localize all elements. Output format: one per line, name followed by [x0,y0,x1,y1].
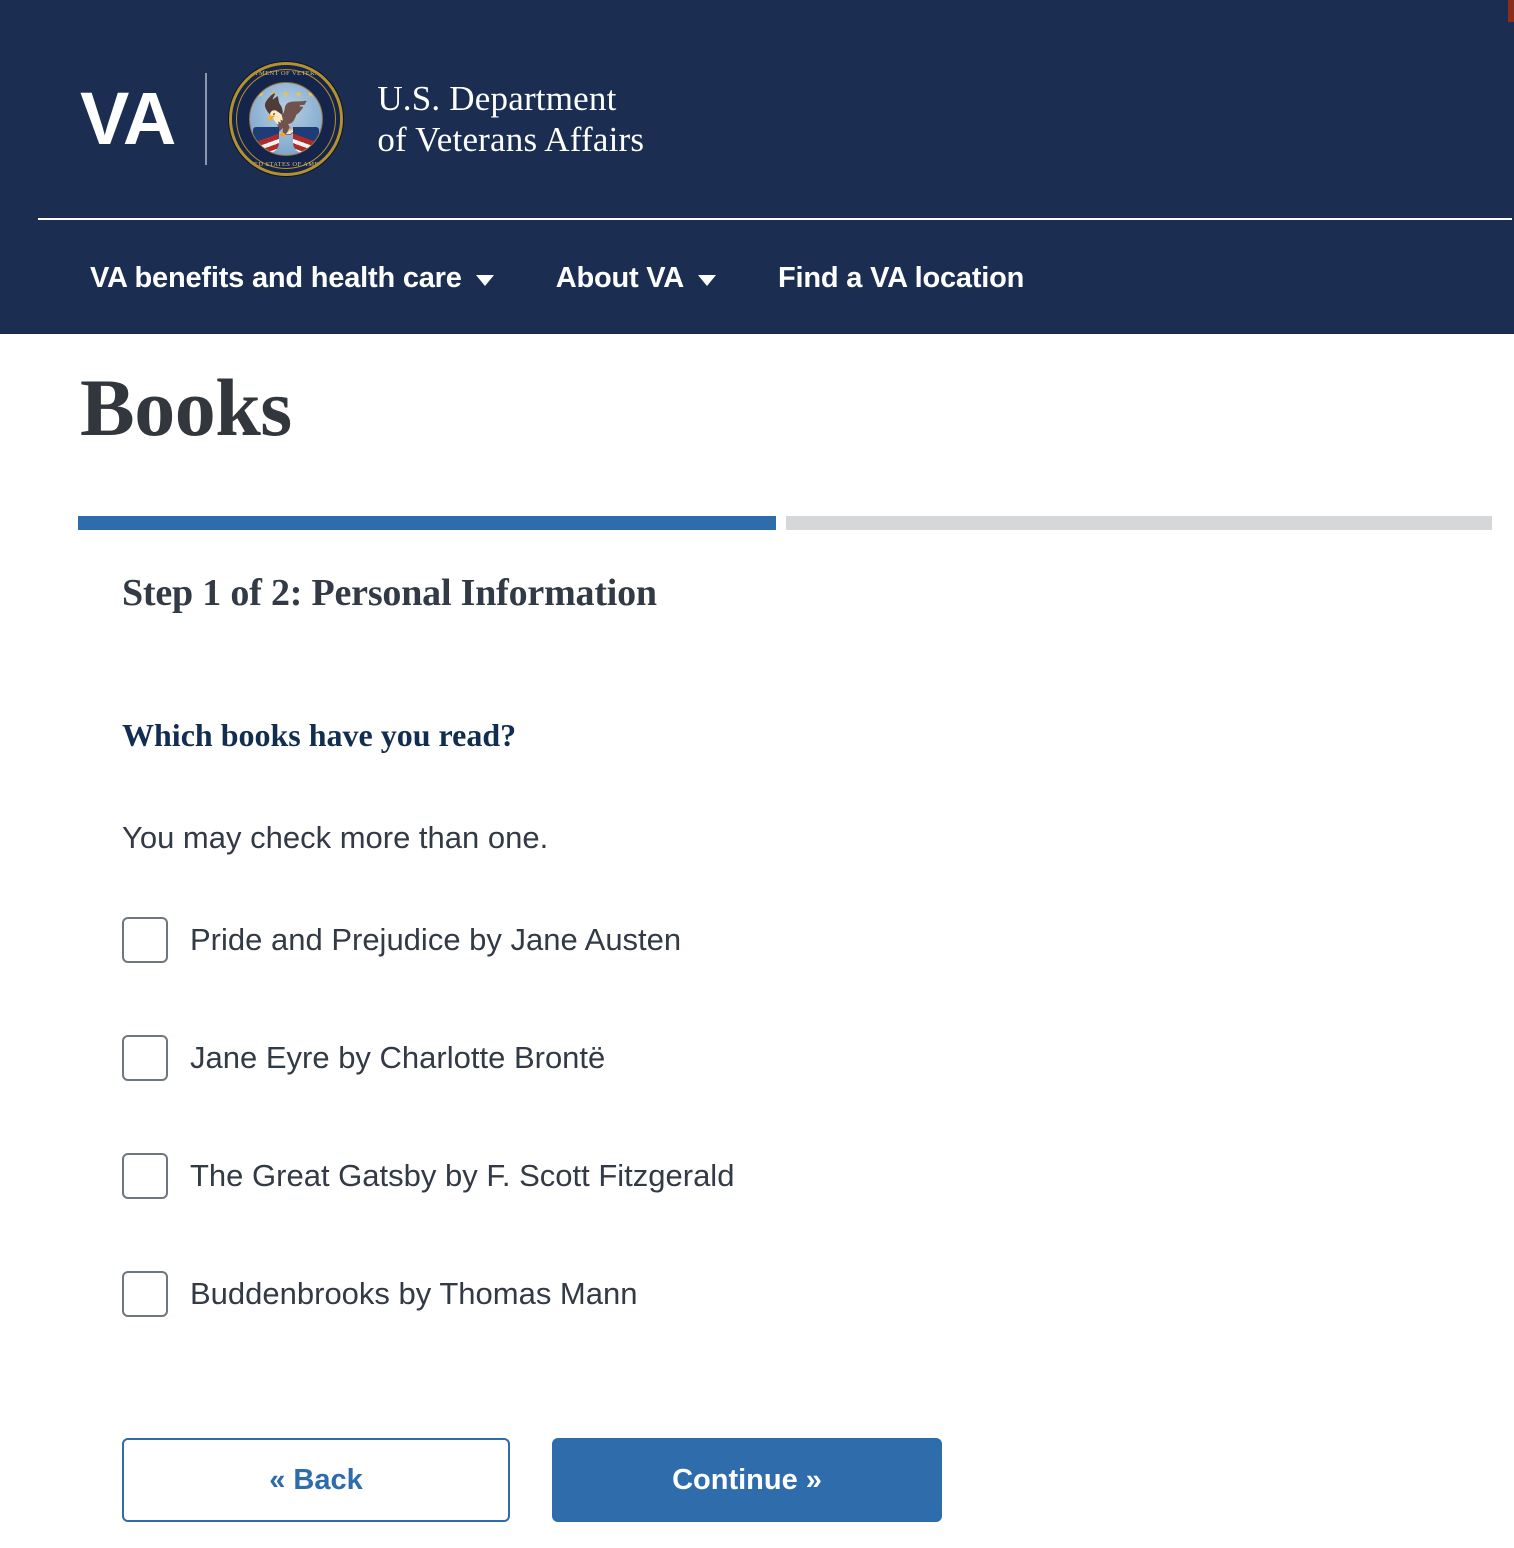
seal-center: ★ ★ ★ ★ ★ 🦅 [249,82,324,156]
back-button[interactable]: « Back [122,1438,510,1522]
question-legend: Which books have you read? [122,717,517,753]
checkbox-option-buddenbrooks[interactable]: Buddenbrooks by Thomas Mann [122,1271,1422,1317]
checkbox-group: Pride and Prejudice by Jane Austen Jane … [122,857,1422,1317]
site-header: VA DEPARTMENT OF VETERANS AFFAIRS UNITED… [0,0,1514,222]
checkbox-icon[interactable] [122,1035,168,1081]
nav-item-benefits[interactable]: VA benefits and health care [90,261,494,295]
agency-name-line2: of Veterans Affairs [377,120,645,159]
va-seal-icon: DEPARTMENT OF VETERANS AFFAIRS UNITED ST… [229,62,344,176]
continue-button[interactable]: Continue » [552,1438,942,1522]
progress-bar-gap [776,516,786,530]
checkbox-option-label: Pride and Prejudice by Jane Austen [190,922,682,957]
form-actions: « Back Continue » [122,1438,942,1522]
main-content: Books Step 1 of 2: Personal Information … [0,334,1514,1522]
header-logo-group[interactable]: VA DEPARTMENT OF VETERANS AFFAIRS UNITED… [80,62,644,176]
corner-sliver [1508,0,1514,22]
primary-navigation: VA benefits and health care About VA Fin… [0,222,1514,334]
nav-item-find-location[interactable]: Find a VA location [778,261,1024,295]
page-title: Books [80,362,292,453]
nav-item-benefits-label: VA benefits and health care [90,262,462,294]
progress-bar-empty [786,516,1492,530]
header-divider-rule [38,218,1512,220]
checkbox-icon[interactable] [122,1271,168,1317]
checkbox-option-label: Jane Eyre by Charlotte Brontë [190,1040,606,1075]
agency-name: U.S. Department of Veterans Affairs [377,78,644,160]
seal-arc-top-text: DEPARTMENT OF VETERANS AFFAIRS [232,70,344,77]
checkbox-icon[interactable] [122,917,168,963]
progress-bar-filled [78,516,776,530]
chevron-down-icon [698,274,717,286]
agency-name-line1: U.S. Department [377,79,617,118]
checkbox-icon[interactable] [122,1153,168,1199]
va-wordmark: VA [80,77,176,160]
flag-right-icon [293,127,320,153]
chevron-down-icon [475,274,494,286]
checkbox-option-the-great-gatsby[interactable]: The Great Gatsby by F. Scott Fitzgerald [122,1153,1422,1199]
question-hint: You may check more than one. [122,820,549,855]
seal-arc-bottom-text: UNITED STATES OF AMERICA [236,161,336,168]
nav-item-about-label: About VA [555,262,685,294]
checkbox-option-pride-and-prejudice[interactable]: Pride and Prejudice by Jane Austen [122,917,1422,963]
form-section: Step 1 of 2: Personal Information Which … [122,570,1422,1317]
logo-divider [205,73,208,165]
checkbox-option-label: The Great Gatsby by F. Scott Fitzgerald [190,1158,735,1193]
progress-bar [78,516,1492,530]
flag-left-icon [253,127,280,153]
step-heading: Step 1 of 2: Personal Information [122,572,657,614]
nav-item-about[interactable]: About VA [555,261,717,295]
checkbox-option-label: Buddenbrooks by Thomas Mann [190,1276,638,1311]
nav-item-find-location-label: Find a VA location [778,262,1025,294]
checkbox-option-jane-eyre[interactable]: Jane Eyre by Charlotte Brontë [122,1035,1422,1081]
